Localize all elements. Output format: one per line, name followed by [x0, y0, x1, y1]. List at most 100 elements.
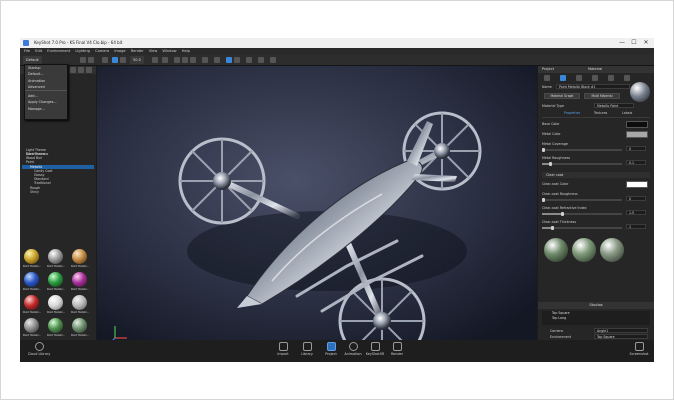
animation-button[interactable]: Animation	[342, 342, 364, 361]
cloud-library-button[interactable]: Cloud Library	[24, 342, 54, 361]
menu-edit[interactable]: Edit	[35, 48, 42, 55]
metal-coverage-label: Metal Coverage	[542, 142, 568, 146]
close-button[interactable]: ✕	[640, 38, 652, 48]
material-thumb[interactable]: Paint Metalli...	[22, 294, 42, 316]
clearcoat-roughness-slider[interactable]	[542, 198, 622, 202]
perspective-icon[interactable]	[202, 57, 208, 63]
library-search-icon[interactable]	[70, 67, 76, 73]
screenshot-button[interactable]: Screenshot	[626, 342, 652, 361]
material-name-input[interactable]: Paint Metallic Black #1	[556, 84, 630, 89]
menu-render[interactable]: Render	[131, 48, 144, 55]
studio-environment-select[interactable]: Top Square	[594, 334, 648, 339]
tumble-icon[interactable]	[174, 57, 180, 63]
tab-labels[interactable]: Labels	[622, 111, 632, 115]
metal-color-swatch[interactable]	[626, 131, 648, 138]
lighting-icon[interactable]	[592, 75, 598, 81]
workspace-dropdown[interactable]: Default	[23, 56, 42, 64]
pan-icon[interactable]	[182, 57, 188, 63]
material-thumb[interactable]: Paint Metalli...	[70, 271, 90, 293]
clearcoat-thickness-value[interactable]: 1	[626, 224, 646, 229]
performance-icon[interactable]	[162, 57, 168, 63]
theme-menu: Light Theme Dark Theme	[26, 148, 98, 162]
metal-coverage-value[interactable]: 0	[626, 146, 646, 151]
material-thumb[interactable]: Paint Metalli...	[46, 248, 66, 270]
base-color-swatch[interactable]	[626, 121, 648, 128]
clear-coat-header[interactable]: Clear coat	[542, 172, 650, 178]
keyshotxr-button[interactable]: KeyShotXR	[364, 342, 386, 361]
menu-view[interactable]: View	[149, 48, 158, 55]
environment-preview-ball[interactable]	[544, 238, 568, 262]
cpu-icon[interactable]	[120, 57, 126, 63]
cpu-usage-field[interactable]: 50.0	[130, 56, 144, 64]
menu-image[interactable]: Image	[114, 48, 125, 55]
material-type-select[interactable]: Metallic Paint	[594, 103, 634, 108]
clearcoat-color-swatch[interactable]	[626, 181, 648, 188]
minimize-button[interactable]: —	[616, 38, 628, 48]
studios-list: Top Square Top Long	[542, 311, 650, 325]
project-button[interactable]: Project	[320, 342, 342, 361]
scene-icon[interactable]	[544, 75, 550, 81]
import-button[interactable]: Import	[272, 342, 294, 361]
screenshot-icon[interactable]	[270, 57, 276, 63]
clearcoat-ior-value[interactable]: 1.5	[626, 210, 646, 215]
lock-camera-icon[interactable]	[246, 57, 252, 63]
menu-file[interactable]: File	[24, 48, 30, 55]
material-graph-button[interactable]: Material Graph	[544, 93, 580, 99]
tab-properties[interactable]: Properties	[564, 111, 580, 115]
environment-preview-ball[interactable]	[600, 238, 624, 262]
material-thumb[interactable]: Paint Metalli...	[22, 271, 42, 293]
multi-material-button[interactable]: Multi Material	[584, 93, 620, 99]
dolly-icon[interactable]	[190, 57, 196, 63]
studio-item[interactable]: Top Long	[542, 316, 650, 321]
clearcoat-ior-slider[interactable]	[542, 212, 622, 216]
metal-roughness-slider[interactable]	[542, 162, 622, 166]
tab-textures[interactable]: Textures	[594, 111, 607, 115]
menu-camera[interactable]: Camera	[95, 48, 109, 55]
tree-item[interactable]: Shiny	[22, 190, 94, 194]
menu-lighting[interactable]: Lighting	[75, 48, 90, 55]
material-thumb[interactable]: Paint Metalli...	[22, 248, 42, 270]
tab-material[interactable]: Material	[588, 66, 602, 73]
geometry-view-icon[interactable]	[234, 57, 240, 63]
environment-icon[interactable]	[576, 75, 582, 81]
clearcoat-thickness-label: Clear-coat Thickness	[542, 220, 577, 224]
workspace-menu-item[interactable]: Manage...	[25, 106, 67, 112]
library-favorite-icon[interactable]	[78, 67, 84, 73]
metal-coverage-slider[interactable]	[542, 148, 622, 152]
clearcoat-roughness-value[interactable]: 0	[626, 196, 646, 201]
material-thumb[interactable]: Paint Metalli...	[70, 248, 90, 270]
render-viewport[interactable]	[97, 66, 537, 352]
studio-camera-select[interactable]: Angle1	[594, 328, 648, 333]
redo-icon[interactable]	[88, 57, 94, 63]
settings-icon[interactable]	[624, 75, 630, 81]
theme-dark[interactable]: Dark Theme	[26, 152, 98, 156]
render-button[interactable]: Render	[386, 342, 408, 361]
material-thumb[interactable]: Paint Metalli...	[22, 317, 42, 339]
material-thumb[interactable]: Paint Metalli...	[70, 317, 90, 339]
import-icon[interactable]	[102, 57, 108, 63]
camera-tab-icon[interactable]	[608, 75, 614, 81]
environment-preview-ball[interactable]	[572, 238, 596, 262]
maximize-button[interactable]: ☐	[628, 38, 640, 48]
configurator-icon[interactable]	[258, 57, 264, 63]
metal-roughness-value[interactable]: 0.1	[626, 160, 646, 165]
material-tab-icon[interactable]	[560, 75, 566, 81]
material-thumb[interactable]: Paint Metalli...	[46, 294, 66, 316]
material-thumb[interactable]: Paint Metalli...	[70, 294, 90, 316]
move-tool-icon[interactable]	[112, 57, 118, 63]
menu-help[interactable]: Help	[182, 48, 190, 55]
camera-icon[interactable]	[214, 57, 220, 63]
pause-icon[interactable]	[152, 57, 158, 63]
tab-project[interactable]: Project	[542, 66, 554, 73]
library-button[interactable]: Library	[296, 342, 318, 361]
library-upload-icon[interactable]	[86, 67, 92, 73]
menu-environment[interactable]: Environment	[47, 48, 70, 55]
menu-window[interactable]: Window	[162, 48, 176, 55]
clearcoat-thickness-slider[interactable]	[542, 226, 622, 230]
material-thumb[interactable]: Paint Metalli...	[46, 271, 66, 293]
undo-icon[interactable]	[80, 57, 86, 63]
region-icon[interactable]	[226, 57, 232, 63]
material-thumb[interactable]: Paint Metalli...	[46, 317, 66, 339]
material-thumb-label: Paint Metalli...	[46, 265, 66, 268]
studio-camera-label: Camera	[550, 329, 563, 333]
